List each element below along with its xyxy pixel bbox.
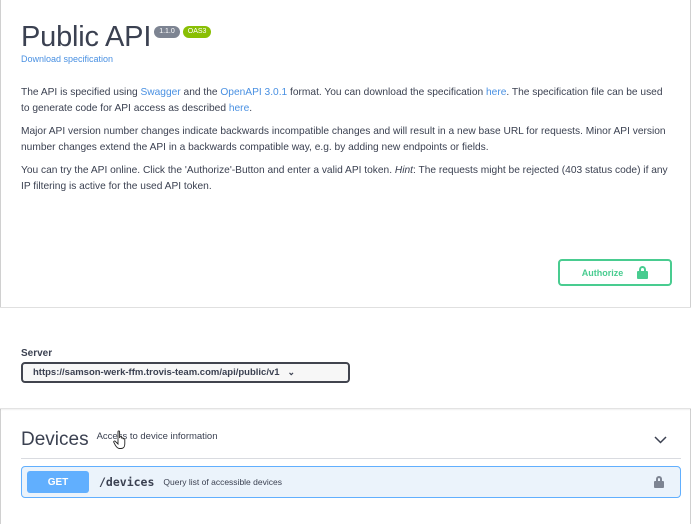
desc-text: and the — [180, 87, 221, 98]
hint-label: Hint — [394, 165, 414, 176]
download-specification-link[interactable]: Download specification — [21, 54, 671, 64]
desc-text: format. You can download the specificati… — [287, 87, 486, 98]
server-select[interactable]: https://samson-werk-ffm.trovis-team.com/… — [21, 362, 350, 383]
title-row: Public API 1.1.0 OAS3 — [21, 20, 671, 54]
api-description: The API is specified using Swagger and t… — [21, 85, 671, 202]
version-badge: 1.1.0 — [154, 26, 180, 38]
chevron-down-icon: ⌄ — [287, 367, 296, 377]
desc-text: You can try the API online. Click the 'A… — [21, 165, 395, 176]
swagger-link[interactable]: Swagger — [140, 87, 180, 98]
authorize-label: Authorize — [581, 267, 624, 278]
desc-text: The API is specified using — [21, 87, 141, 98]
method-badge-get: GET — [27, 471, 89, 493]
server-label: Server — [21, 348, 53, 359]
hand-cursor-icon — [113, 430, 126, 449]
oas-badge: OAS3 — [182, 26, 212, 38]
chevron-down-icon[interactable] — [654, 432, 667, 447]
operation-path: /devices — [99, 475, 155, 489]
description-paragraph-2: Major API version number changes indicat… — [21, 126, 666, 153]
api-info: Public API 1.1.0 OAS3 Download specifica… — [21, 20, 671, 64]
openapi-link[interactable]: OpenAPI 3.0.1 — [220, 87, 287, 98]
operation-get-devices[interactable]: GET /devices Query list of accessible de… — [21, 466, 681, 498]
lock-icon[interactable] — [654, 476, 664, 488]
authorize-button[interactable]: Authorize — [558, 259, 672, 286]
divider — [0, 408, 691, 409]
codegen-here-link[interactable]: here — [229, 103, 249, 114]
desc-text: . — [249, 103, 253, 114]
description-paragraph-3: You can try the API online. Click the 'A… — [21, 163, 671, 195]
scheme-container — [0, 308, 691, 408]
description-paragraph-1: The API is specified using Swagger and t… — [21, 85, 671, 117]
server-selected-value: https://samson-werk-ffm.trovis-team.com/… — [33, 367, 280, 378]
download-here-link[interactable]: here — [486, 87, 506, 98]
lock-icon — [637, 266, 649, 279]
tag-name: Devices — [21, 428, 89, 450]
operation-summary: Query list of accessible devices — [163, 477, 282, 487]
page-title: Public API — [21, 21, 152, 53]
